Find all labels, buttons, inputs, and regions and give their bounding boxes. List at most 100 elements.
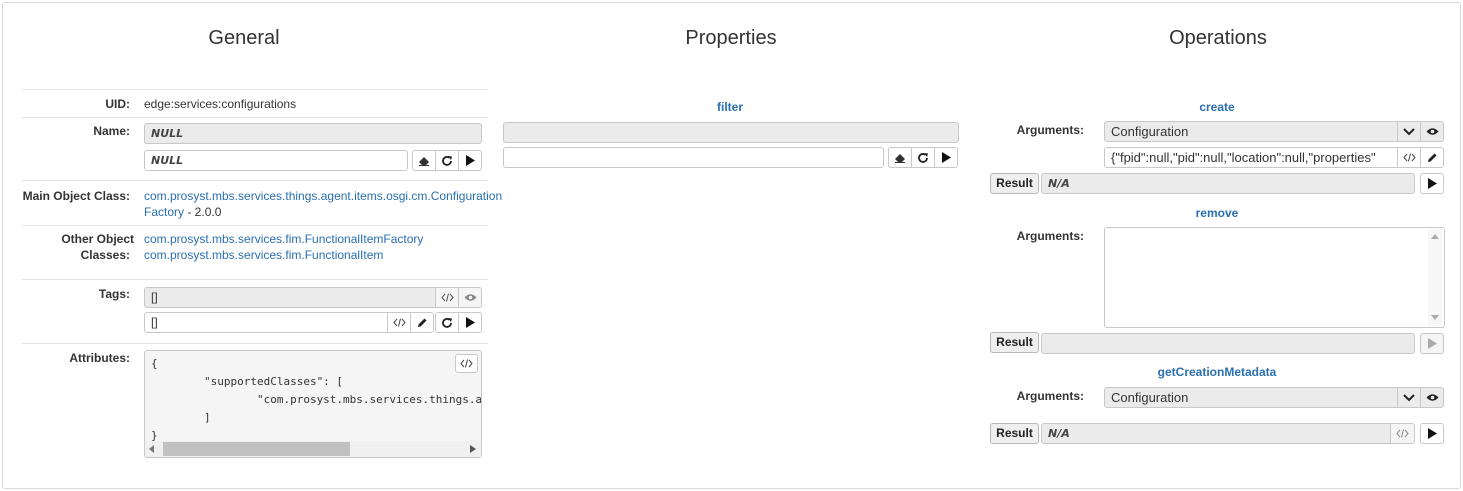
remove-result-button[interactable]: Result [990, 332, 1039, 353]
create-dropdown-button[interactable] [1397, 121, 1421, 142]
main-class-link-line2[interactable]: Factory [144, 205, 184, 219]
remove-arguments-textarea[interactable] [1104, 227, 1445, 328]
play-icon [465, 317, 475, 328]
pencil-icon [1427, 152, 1438, 163]
filter-play-button[interactable] [934, 147, 958, 168]
filter-title[interactable]: filter [680, 100, 780, 114]
general-title: General [208, 27, 280, 49]
name-readonly-field: NULL [144, 123, 482, 144]
pencil-icon [417, 317, 428, 328]
metadata-result-button[interactable]: Result [990, 423, 1039, 444]
scroll-left-arrow[interactable] [149, 445, 155, 453]
play-icon [465, 155, 475, 166]
create-arguments-label: Arguments: [1016, 123, 1084, 137]
create-result-button[interactable]: Result [990, 173, 1039, 194]
create-code-button[interactable] [1397, 147, 1421, 168]
code-icon [460, 359, 473, 368]
main-class-version: - 2.0.0 [184, 205, 222, 219]
metadata-view-button[interactable] [1420, 387, 1444, 408]
play-icon [1427, 178, 1437, 189]
tags-input[interactable]: [] [144, 312, 388, 333]
tags-refresh-button[interactable] [435, 312, 459, 333]
create-view-button[interactable] [1420, 121, 1444, 142]
eye-icon [464, 293, 477, 302]
attributes-code-button[interactable] [455, 354, 478, 373]
metadata-result-field: N/A [1041, 423, 1391, 444]
eraser-icon [418, 156, 430, 166]
metadata-dropdown-button[interactable] [1397, 387, 1421, 408]
tags-input-code-button[interactable] [387, 312, 411, 333]
separator [22, 225, 488, 226]
metadata-code-button[interactable] [1390, 423, 1415, 444]
eye-icon [1426, 393, 1439, 402]
other-class-link[interactable]: com.prosyst.mbs.services.fim.FunctionalI… [144, 231, 423, 247]
play-icon [941, 152, 951, 163]
tags-code-button[interactable] [435, 287, 459, 308]
main-class-line2: Factory - 2.0.0 [144, 204, 221, 220]
tags-edit-button[interactable] [410, 312, 434, 333]
tags-view-button[interactable] [458, 287, 482, 308]
eraser-button[interactable] [412, 150, 436, 171]
separator [22, 117, 488, 118]
tags-label: Tags: [98, 287, 130, 301]
uid-value: edge:services:configurations [144, 97, 297, 111]
other-classes-label-1: Other Object [61, 232, 134, 246]
scroll-down-arrow[interactable] [1431, 315, 1439, 320]
create-play-button[interactable] [1420, 173, 1444, 194]
filter-refresh-button[interactable] [911, 147, 935, 168]
refresh-button[interactable] [435, 150, 459, 171]
operation-get-creation-metadata-title[interactable]: getCreationMetadata [1142, 365, 1292, 379]
eraser-icon [894, 153, 906, 163]
play-icon [1427, 428, 1437, 439]
separator [22, 343, 488, 344]
create-result-field: N/A [1041, 173, 1415, 194]
attributes-horizontal-scrollbar[interactable] [145, 441, 481, 457]
remove-play-button[interactable] [1420, 333, 1444, 354]
main-class-link-line1[interactable]: com.prosyst.mbs.services.things.agent.it… [144, 188, 502, 204]
eye-icon [1426, 127, 1439, 136]
refresh-icon [441, 317, 453, 329]
attributes-label: Attributes: [69, 351, 130, 365]
code-icon [392, 318, 406, 327]
create-json-input[interactable]: {"fpid":null,"pid":null,"location":null,… [1104, 147, 1398, 168]
separator [22, 180, 488, 181]
other-class-link[interactable]: com.prosyst.mbs.services.fim.FunctionalI… [144, 247, 383, 263]
play-icon [1427, 338, 1437, 349]
remove-result-field [1041, 333, 1415, 354]
filter-eraser-button[interactable] [888, 147, 912, 168]
metadata-argument-select[interactable]: Configuration [1104, 387, 1398, 408]
properties-title: Properties [685, 27, 777, 49]
operation-create-title[interactable]: create [1167, 100, 1267, 114]
chevron-down-icon [1403, 127, 1415, 136]
remove-arguments-label: Arguments: [1016, 229, 1084, 243]
tags-readonly-field: [] [144, 287, 436, 308]
scroll-up-arrow[interactable] [1431, 234, 1439, 239]
play-button[interactable] [458, 150, 482, 171]
other-classes-label-2: Classes: [80, 248, 130, 262]
scroll-thumb[interactable] [163, 442, 350, 456]
separator [22, 279, 488, 280]
refresh-icon [917, 152, 929, 164]
create-argument-select[interactable]: Configuration [1104, 121, 1398, 142]
filter-input[interactable] [503, 147, 884, 168]
name-label: Name: [93, 124, 130, 138]
separator [22, 89, 488, 90]
scroll-right-arrow[interactable] [470, 445, 476, 453]
remove-textarea-scrollbar[interactable] [1428, 229, 1442, 326]
filter-readonly-field [503, 122, 959, 143]
tags-play-button[interactable] [458, 312, 482, 333]
refresh-icon [441, 155, 453, 167]
main-class-label: Main Object Class: [22, 189, 130, 203]
metadata-play-button[interactable] [1420, 423, 1444, 444]
code-icon [440, 293, 454, 302]
chevron-down-icon [1403, 393, 1415, 402]
name-input[interactable]: NULL [144, 150, 408, 171]
uid-label: UID: [105, 97, 130, 111]
code-icon [1396, 429, 1409, 438]
code-icon [1402, 153, 1416, 162]
operation-remove-title[interactable]: remove [1167, 206, 1267, 220]
operations-title: Operations [1169, 27, 1267, 49]
attributes-code-text: { "supportedClasses": [ "com.prosyst.mbs… [151, 357, 482, 442]
create-edit-button[interactable] [1420, 147, 1444, 168]
metadata-arguments-label: Arguments: [1016, 389, 1084, 403]
